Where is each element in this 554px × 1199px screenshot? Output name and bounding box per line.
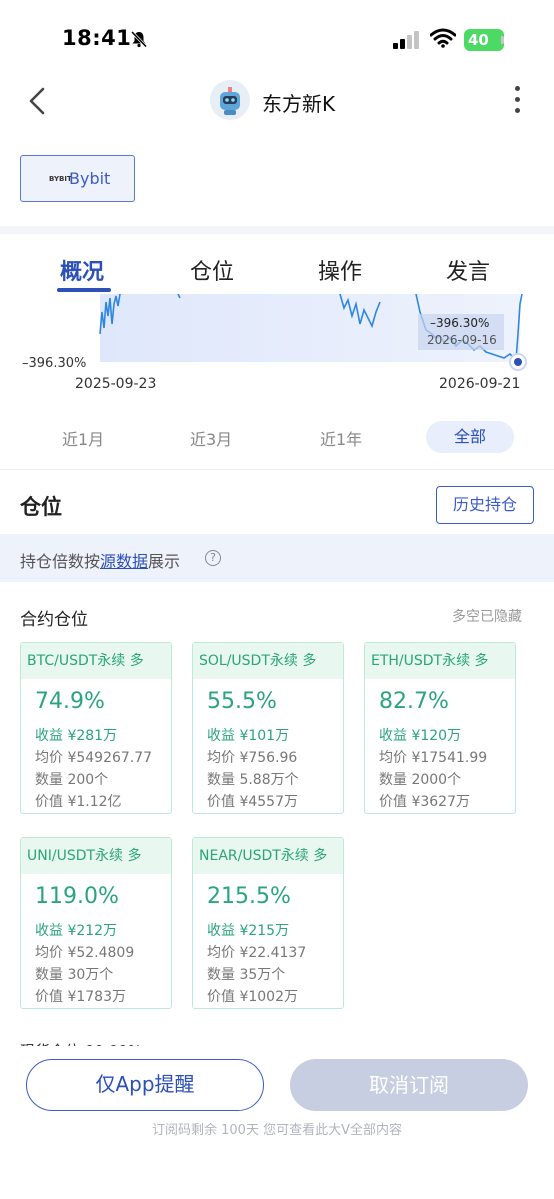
position-card-eth[interactable]: ETH/USDT永续 多 82.7% 收益 ¥120万 均价 ¥17541.99… [364, 642, 516, 814]
position-card-sol[interactable]: SOL/USDT永续 多 55.5% 收益 ¥101万 均价 ¥756.96 数… [192, 642, 344, 814]
card-avg-price: 均价 ¥756.96 [207, 750, 298, 766]
card-symbol: SOL/USDT永续 多 [193, 643, 343, 679]
card-avg-price: 均价 ¥17541.99 [379, 750, 488, 766]
source-data-link[interactable]: 源数据 [100, 552, 148, 571]
card-quantity: 数量 5.88万个 [207, 772, 299, 788]
card-symbol: BTC/USDT永续 多 [21, 643, 171, 679]
tooltip-date: 2026-09-16 [427, 333, 497, 347]
x-axis-start-label: 2025-09-23 [75, 376, 157, 392]
subscription-footnote: 订阅码剩余 100天 您可查看此大V全部内容 [152, 1123, 402, 1138]
more-vertical-icon[interactable] [512, 86, 522, 116]
card-return-pct: 119.0% [35, 884, 119, 909]
card-profit: 收益 ¥101万 [207, 728, 290, 744]
card-return-pct: 74.9% [35, 689, 105, 714]
nav-bar: 东方新K [0, 70, 554, 130]
position-card-near[interactable]: NEAR/USDT永续 多 215.5% 收益 ¥215万 均价 ¥22.413… [192, 837, 344, 1009]
notice-prefix: 持仓倍数按 [20, 552, 101, 571]
leverage-notice: 持仓倍数按源数据展示 ? [0, 534, 554, 582]
exchange-tag[interactable]: BYBIT Bybit [20, 155, 135, 202]
card-profit: 收益 ¥215万 [207, 923, 290, 939]
status-time: 18:41 [62, 26, 132, 50]
avatar[interactable] [210, 80, 250, 120]
card-return-pct: 215.5% [207, 884, 291, 909]
exchange-label: Bybit [69, 169, 111, 188]
card-avg-price: 均价 ¥22.4137 [207, 945, 307, 961]
tab-bar: 概况 仓位 操作 发言 [0, 236, 554, 294]
card-value: 价值 ¥4557万 [207, 794, 298, 810]
pnl-chart[interactable]: –396.30% –396.30% 2026-09-16 2025-09-23 … [0, 293, 554, 404]
robot-avatar-icon [220, 87, 240, 115]
chart-min-label: –396.30% [22, 356, 87, 371]
x-axis-end-label: 2026-09-21 [439, 376, 521, 392]
tooltip-value: –396.30% [430, 316, 490, 330]
battery-tip [501, 36, 504, 44]
section-divider [0, 226, 554, 234]
card-symbol: NEAR/USDT永续 多 [193, 838, 343, 874]
range-all[interactable]: 全部 [426, 421, 514, 453]
active-tab-indicator [57, 288, 111, 292]
wifi-icon [430, 28, 456, 48]
cellular-signal-icon [393, 31, 419, 49]
help-question-icon[interactable]: ? [205, 550, 221, 566]
card-avg-price: 均价 ¥549267.77 [35, 750, 153, 766]
card-quantity: 数量 200个 [35, 772, 109, 788]
range-selector: 近1月 近3月 近1年 全部 [0, 418, 554, 458]
card-symbol: UNI/USDT永续 多 [21, 838, 171, 874]
tab-operations[interactable]: 操作 [318, 254, 362, 286]
tab-posts[interactable]: 发言 [446, 254, 490, 286]
status-bar: 18:41 40 [0, 0, 554, 70]
card-avg-price: 均价 ¥52.4809 [35, 945, 135, 961]
card-symbol: ETH/USDT永续 多 [365, 643, 515, 679]
bottom-action-bar: 仅App提醒 取消订阅 订阅码剩余 100天 您可查看此大V全部内容 [0, 1046, 554, 1199]
position-card-btc[interactable]: BTC/USDT永续 多 74.9% 收益 ¥281万 均价 ¥549267.7… [20, 642, 172, 814]
range-1y[interactable]: 近1年 [320, 426, 362, 450]
card-return-pct: 82.7% [379, 689, 449, 714]
positions-title: 仓位 [20, 495, 62, 519]
history-positions-button[interactable]: 历史持仓 [436, 486, 534, 524]
range-1m[interactable]: 近1月 [62, 426, 104, 450]
notice-suffix: 展示 [148, 552, 181, 571]
back-chevron-icon[interactable] [26, 86, 48, 116]
card-value: 价值 ¥1783万 [35, 989, 126, 1005]
tab-overview[interactable]: 概况 [60, 254, 104, 286]
long-short-hidden-hint: 多空已隐藏 [452, 609, 522, 625]
divider [0, 469, 554, 470]
card-value: 价值 ¥1002万 [207, 989, 298, 1005]
card-profit: 收益 ¥212万 [35, 923, 118, 939]
bell-muted-icon [130, 30, 148, 48]
card-value: 价值 ¥1.12亿 [35, 794, 122, 810]
card-quantity: 数量 2000个 [379, 772, 462, 788]
range-3m[interactable]: 近3月 [190, 426, 232, 450]
position-card-uni[interactable]: UNI/USDT永续 多 119.0% 收益 ¥212万 均价 ¥52.4809… [20, 837, 172, 1009]
card-quantity: 数量 35万个 [207, 967, 286, 983]
battery-indicator: 40 [464, 29, 504, 51]
cancel-subscription-button[interactable]: 取消订阅 [290, 1059, 528, 1111]
tab-positions[interactable]: 仓位 [190, 254, 234, 286]
page-title: 东方新K [262, 92, 336, 116]
chart-tooltip: –396.30% 2026-09-16 [418, 314, 504, 350]
card-quantity: 数量 30万个 [35, 967, 114, 983]
contract-positions-title: 合约仓位 [20, 610, 88, 630]
card-value: 价值 ¥3627万 [379, 794, 470, 810]
card-return-pct: 55.5% [207, 689, 277, 714]
card-profit: 收益 ¥281万 [35, 728, 118, 744]
card-profit: 收益 ¥120万 [379, 728, 462, 744]
app-only-remind-button[interactable]: 仅App提醒 [26, 1059, 264, 1111]
